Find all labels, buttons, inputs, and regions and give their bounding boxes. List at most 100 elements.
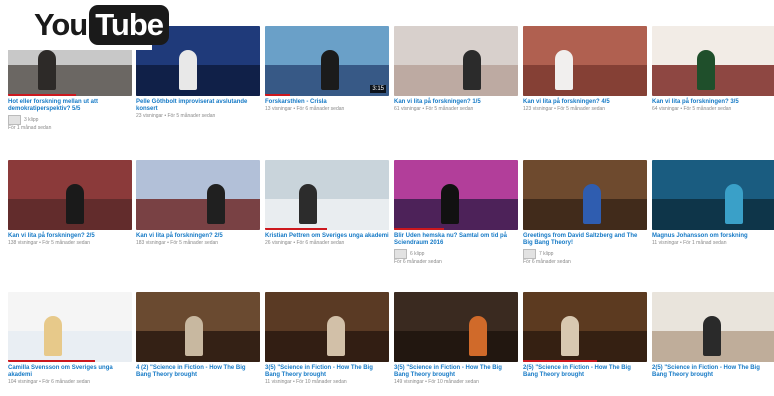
video-card[interactable]: Magnus Johansson om forskning 11 visninga… xyxy=(652,160,774,247)
video-card[interactable]: 2(5) "Science in Fiction - How The Big B… xyxy=(652,292,774,379)
video-card[interactable]: Greetings from David Saltzberg and The B… xyxy=(523,160,647,266)
thumbnail-figure xyxy=(725,184,743,224)
video-title[interactable]: Kan vi lita på forskningen? 1/5 xyxy=(394,99,518,106)
video-card[interactable]: Blir Uden hemska nu? Samtal om tid på Sc… xyxy=(394,160,518,266)
video-thumbnail[interactable] xyxy=(265,292,389,362)
thumbnail-backdrop xyxy=(394,330,518,362)
video-card[interactable]: 3(5) "Science in Fiction - How The Big B… xyxy=(265,292,389,386)
video-card[interactable]: Kan vi lita på forskningen? 1/5 61 visnin… xyxy=(394,26,518,113)
video-title[interactable]: Kan vi lita på forskningen? 4/5 xyxy=(523,99,647,106)
thumbnail-figure xyxy=(561,316,579,356)
thumbnail-figure xyxy=(583,184,601,224)
thumbnail-figure xyxy=(463,50,481,90)
video-meta: 64 visningar • För 5 månader sedan xyxy=(652,106,732,112)
logo-you-text: You xyxy=(34,7,88,42)
video-thumbnail[interactable] xyxy=(523,160,647,230)
playlist-info: 3 klipp xyxy=(8,115,132,125)
video-thumbnail[interactable] xyxy=(523,292,647,362)
video-card[interactable]: 3:15 Forskarsthlen - Crisla 13 visningar •… xyxy=(265,26,389,113)
video-thumbnail[interactable] xyxy=(394,160,518,230)
video-title[interactable]: 2(5) "Science in Fiction - How The Big B… xyxy=(652,365,774,379)
video-thumbnail[interactable] xyxy=(136,292,260,362)
video-thumbnail[interactable] xyxy=(8,160,132,230)
video-card[interactable]: 2(5) "Science in Fiction - How The Big B… xyxy=(523,292,647,379)
watch-progress-bar xyxy=(523,360,598,362)
video-card[interactable]: 3(5) "Science in Fiction - How The Big B… xyxy=(394,292,518,386)
playlist-icon xyxy=(394,249,407,259)
watch-progress-bar xyxy=(8,360,95,362)
thumbnail-figure xyxy=(66,184,84,224)
video-title[interactable]: Kristian Pettren om Sveriges unga akadem… xyxy=(265,233,389,240)
video-meta: 123 visningar • För 5 månader sedan xyxy=(523,106,606,112)
video-card[interactable]: Kan vi lita på forskningen? 2/5 138 visni… xyxy=(8,160,132,247)
thumbnail-backdrop xyxy=(136,64,260,96)
playlist-count: 7 klipp xyxy=(539,251,554,257)
video-thumbnail[interactable] xyxy=(265,160,389,230)
watch-progress-bar xyxy=(8,94,77,96)
logo-tube-text: Tube xyxy=(89,5,169,45)
video-title[interactable]: Pelle Göthbolt improviserat avslutande k… xyxy=(136,99,260,113)
video-title[interactable]: Kan vi lita på forskningen? 2/5 xyxy=(136,233,260,240)
video-card[interactable]: Kan vi lita på forskningen? 2/5 183 visni… xyxy=(136,160,260,247)
playlist-icon xyxy=(8,115,21,125)
video-meta: 23 visningar • För 5 månader sedan xyxy=(136,113,216,119)
playlist-time: För 1 månad sedan xyxy=(8,125,52,131)
video-meta: 104 visningar • För 6 månader sedan xyxy=(8,379,91,385)
playlist-info: 6 klipp xyxy=(394,249,518,259)
video-meta: 26 visningar • För 6 månader sedan xyxy=(265,240,345,246)
video-meta: 61 visningar • För 5 månader sedan xyxy=(394,106,474,112)
video-thumbnail[interactable] xyxy=(652,292,774,362)
video-title[interactable]: Blir Uden hemska nu? Samtal om tid på Sc… xyxy=(394,233,518,247)
video-card[interactable]: Kristian Pettren om Sveriges unga akadem… xyxy=(265,160,389,247)
thumbnail-figure xyxy=(207,184,225,224)
video-title[interactable]: Kan vi lita på forskningen? 3/5 xyxy=(652,99,774,106)
thumbnail-backdrop xyxy=(8,330,132,362)
playlist-time: För 6 månader sedan xyxy=(523,259,571,265)
thumbnail-backdrop xyxy=(136,198,260,230)
thumbnail-figure xyxy=(299,184,317,224)
thumbnail-figure xyxy=(703,316,721,356)
youtube-logo[interactable]: You Tube xyxy=(0,0,169,50)
playlist-icon xyxy=(523,249,536,259)
video-card[interactable]: Kan vi lita på forskningen? 4/5 123 visni… xyxy=(523,26,647,113)
video-title[interactable]: 4 (2) "Science in Fiction - How The Big … xyxy=(136,365,260,379)
video-meta: 11 visningar • För 1 månad sedan xyxy=(652,240,727,246)
video-title[interactable]: Forskarsthlen - Crisla xyxy=(265,99,389,106)
video-thumbnail[interactable] xyxy=(8,292,132,362)
video-title[interactable]: Hot eller forskning mellan ut att demokr… xyxy=(8,99,132,113)
video-thumbnail[interactable] xyxy=(394,26,518,96)
thumbnail-figure xyxy=(38,50,56,90)
thumbnail-backdrop xyxy=(265,198,389,230)
watch-progress-bar xyxy=(265,228,327,230)
video-card[interactable]: Kan vi lita på forskningen? 3/5 64 visnin… xyxy=(652,26,774,113)
video-title[interactable]: 3(5) "Science in Fiction - How The Big B… xyxy=(394,365,518,379)
video-card[interactable]: 4 (2) "Science in Fiction - How The Big … xyxy=(136,292,260,379)
video-title[interactable]: 3(5) "Science in Fiction - How The Big B… xyxy=(265,365,389,379)
thumbnail-backdrop xyxy=(394,64,518,96)
thumbnail-backdrop xyxy=(523,64,647,96)
video-card[interactable]: Camilla Svensson om Sveriges unga akadem… xyxy=(8,292,132,386)
thumbnail-figure xyxy=(697,50,715,90)
thumbnail-figure xyxy=(469,316,487,356)
thumbnail-figure xyxy=(321,50,339,90)
watch-progress-bar xyxy=(394,228,444,230)
video-title[interactable]: Camilla Svensson om Sveriges unga akadem… xyxy=(8,365,132,379)
thumbnail-figure xyxy=(441,184,459,224)
thumbnail-figure xyxy=(327,316,345,356)
video-title[interactable]: 2(5) "Science in Fiction - How The Big B… xyxy=(523,365,647,379)
video-thumbnail[interactable]: 3:15 xyxy=(265,26,389,96)
video-thumbnail[interactable] xyxy=(394,292,518,362)
video-title[interactable]: Greetings from David Saltzberg and The B… xyxy=(523,233,647,247)
video-duration: 3:15 xyxy=(370,85,386,93)
video-thumbnail[interactable] xyxy=(652,26,774,96)
video-title[interactable]: Kan vi lita på forskningen? 2/5 xyxy=(8,233,132,240)
video-title[interactable]: Magnus Johansson om forskning xyxy=(652,233,774,240)
thumbnail-figure xyxy=(555,50,573,90)
video-thumbnail[interactable] xyxy=(523,26,647,96)
video-thumbnail[interactable] xyxy=(652,160,774,230)
thumbnail-figure xyxy=(185,316,203,356)
video-thumbnail[interactable] xyxy=(136,160,260,230)
video-meta: 149 visningar • För 10 månader sedan xyxy=(394,379,479,385)
playlist-info: 7 klipp xyxy=(523,249,647,259)
thumbnail-figure xyxy=(179,50,197,90)
